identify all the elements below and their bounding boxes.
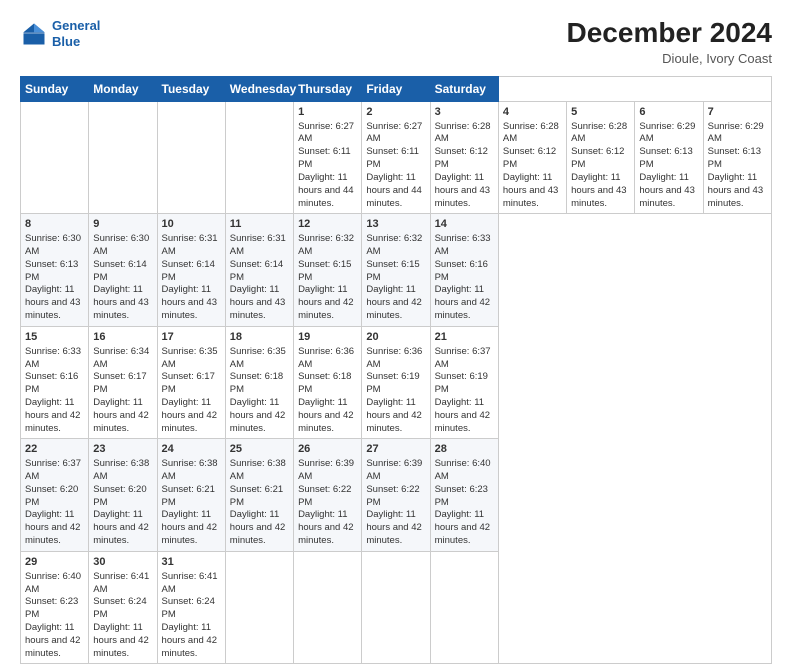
main-title: December 2024 [567,18,772,49]
col-friday: Friday [362,76,430,101]
table-row [157,101,225,214]
day-number: 9 [93,217,152,232]
table-row: 26Sunrise: 6:39 AMSunset: 6:22 PMDayligh… [294,439,362,552]
table-row [362,551,430,664]
calendar-week-row: 22Sunrise: 6:37 AMSunset: 6:20 PMDayligh… [21,439,772,552]
day-number: 20 [366,330,425,345]
col-wednesday: Wednesday [225,76,293,101]
day-number: 28 [435,442,494,457]
table-row: 21Sunrise: 6:37 AMSunset: 6:19 PMDayligh… [430,326,498,439]
table-row [89,101,157,214]
table-row: 9Sunrise: 6:30 AMSunset: 6:14 PMDaylight… [89,214,157,327]
calendar-week-row: 8Sunrise: 6:30 AMSunset: 6:13 PMDaylight… [21,214,772,327]
calendar-week-row: 15Sunrise: 6:33 AMSunset: 6:16 PMDayligh… [21,326,772,439]
table-row: 18Sunrise: 6:35 AMSunset: 6:18 PMDayligh… [225,326,293,439]
table-row: 16Sunrise: 6:34 AMSunset: 6:17 PMDayligh… [89,326,157,439]
table-row [430,551,498,664]
table-row: 13Sunrise: 6:32 AMSunset: 6:15 PMDayligh… [362,214,430,327]
day-number: 16 [93,330,152,345]
calendar-week-row: 29Sunrise: 6:40 AMSunset: 6:23 PMDayligh… [21,551,772,664]
day-number: 8 [25,217,84,232]
subtitle: Dioule, Ivory Coast [567,51,772,66]
table-row: 11Sunrise: 6:31 AMSunset: 6:14 PMDayligh… [225,214,293,327]
table-row: 2Sunrise: 6:27 AMSunset: 6:11 PMDaylight… [362,101,430,214]
day-number: 5 [571,105,630,120]
table-row [225,101,293,214]
header: General Blue December 2024 Dioule, Ivory… [20,18,772,66]
day-number: 11 [230,217,289,232]
table-row: 7Sunrise: 6:29 AMSunset: 6:13 PMDaylight… [703,101,771,214]
day-number: 2 [366,105,425,120]
day-number: 17 [162,330,221,345]
table-row [225,551,293,664]
col-tuesday: Tuesday [157,76,225,101]
day-number: 22 [25,442,84,457]
title-block: December 2024 Dioule, Ivory Coast [567,18,772,66]
table-row: 12Sunrise: 6:32 AMSunset: 6:15 PMDayligh… [294,214,362,327]
table-row: 15Sunrise: 6:33 AMSunset: 6:16 PMDayligh… [21,326,89,439]
col-saturday: Saturday [430,76,498,101]
table-row: 24Sunrise: 6:38 AMSunset: 6:21 PMDayligh… [157,439,225,552]
day-number: 19 [298,330,357,345]
table-row: 3Sunrise: 6:28 AMSunset: 6:12 PMDaylight… [430,101,498,214]
table-row: 30Sunrise: 6:41 AMSunset: 6:24 PMDayligh… [89,551,157,664]
logo-line2: Blue [52,34,80,49]
table-row [21,101,89,214]
day-number: 30 [93,555,152,570]
day-number: 31 [162,555,221,570]
table-row: 17Sunrise: 6:35 AMSunset: 6:17 PMDayligh… [157,326,225,439]
table-row: 20Sunrise: 6:36 AMSunset: 6:19 PMDayligh… [362,326,430,439]
day-number: 26 [298,442,357,457]
day-number: 12 [298,217,357,232]
day-number: 18 [230,330,289,345]
logo-text: General Blue [52,18,100,49]
day-number: 1 [298,105,357,120]
table-row: 5Sunrise: 6:28 AMSunset: 6:12 PMDaylight… [567,101,635,214]
day-number: 23 [93,442,152,457]
day-number: 15 [25,330,84,345]
logo-icon [20,20,48,48]
table-row: 22Sunrise: 6:37 AMSunset: 6:20 PMDayligh… [21,439,89,552]
day-number: 24 [162,442,221,457]
table-row: 6Sunrise: 6:29 AMSunset: 6:13 PMDaylight… [635,101,703,214]
logo-line1: General [52,18,100,33]
col-sunday: Sunday [21,76,89,101]
logo: General Blue [20,18,100,49]
table-row: 10Sunrise: 6:31 AMSunset: 6:14 PMDayligh… [157,214,225,327]
table-row: 29Sunrise: 6:40 AMSunset: 6:23 PMDayligh… [21,551,89,664]
table-row: 28Sunrise: 6:40 AMSunset: 6:23 PMDayligh… [430,439,498,552]
day-number: 3 [435,105,494,120]
table-row: 23Sunrise: 6:38 AMSunset: 6:20 PMDayligh… [89,439,157,552]
col-thursday: Thursday [294,76,362,101]
day-number: 21 [435,330,494,345]
day-number: 14 [435,217,494,232]
day-number: 27 [366,442,425,457]
table-row: 14Sunrise: 6:33 AMSunset: 6:16 PMDayligh… [430,214,498,327]
day-number: 13 [366,217,425,232]
table-row: 27Sunrise: 6:39 AMSunset: 6:22 PMDayligh… [362,439,430,552]
calendar-week-row: 1Sunrise: 6:27 AMSunset: 6:11 PMDaylight… [21,101,772,214]
day-number: 10 [162,217,221,232]
table-row: 8Sunrise: 6:30 AMSunset: 6:13 PMDaylight… [21,214,89,327]
day-number: 6 [639,105,698,120]
table-row: 31Sunrise: 6:41 AMSunset: 6:24 PMDayligh… [157,551,225,664]
table-row: 19Sunrise: 6:36 AMSunset: 6:18 PMDayligh… [294,326,362,439]
day-number: 25 [230,442,289,457]
day-number: 4 [503,105,562,120]
day-number: 29 [25,555,84,570]
table-row [294,551,362,664]
page: General Blue December 2024 Dioule, Ivory… [0,0,792,612]
calendar-table: Sunday Monday Tuesday Wednesday Thursday… [20,76,772,664]
table-row: 1Sunrise: 6:27 AMSunset: 6:11 PMDaylight… [294,101,362,214]
table-row: 25Sunrise: 6:38 AMSunset: 6:21 PMDayligh… [225,439,293,552]
calendar-header-row: Sunday Monday Tuesday Wednesday Thursday… [21,76,772,101]
day-number: 7 [708,105,767,120]
table-row: 4Sunrise: 6:28 AMSunset: 6:12 PMDaylight… [498,101,566,214]
col-monday: Monday [89,76,157,101]
